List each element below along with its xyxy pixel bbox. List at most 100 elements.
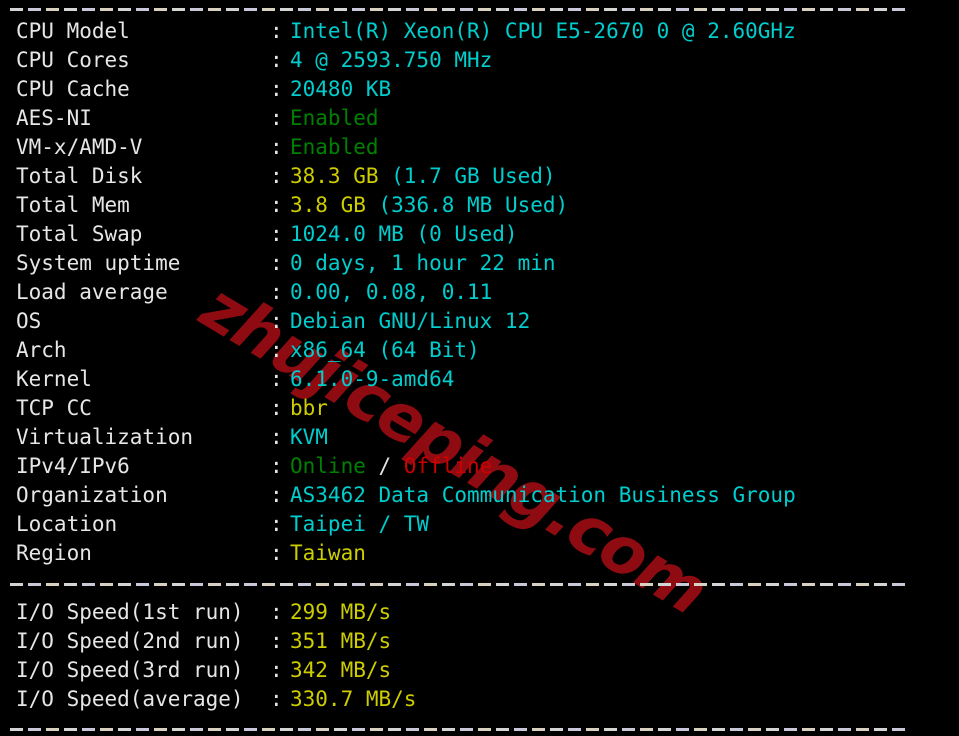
info-colon: : <box>270 685 283 714</box>
value-segment: Debian GNU/Linux 12 <box>290 309 530 333</box>
value-segment: Offline <box>404 454 493 478</box>
separator-dash <box>658 728 671 731</box>
separator-dash <box>352 583 365 586</box>
info-label-ipv4-ipv6: IPv4/IPv6 <box>16 452 130 481</box>
separator-dash <box>226 583 239 586</box>
info-label-cpu-cores: CPU Cores <box>16 46 130 75</box>
separator-dash <box>604 583 617 586</box>
separator-dash <box>874 728 887 731</box>
info-value-virtualization: KVM <box>290 423 328 452</box>
separator-dash <box>244 8 257 11</box>
separator-dash <box>568 8 581 11</box>
separator-dash <box>712 728 725 731</box>
separator-dash <box>784 583 797 586</box>
separator-dash <box>64 728 77 731</box>
info-value-kernel: 6.1.0-9-amd64 <box>290 365 454 394</box>
separator-dash <box>568 583 581 586</box>
info-colon: : <box>270 423 283 452</box>
info-row: Location:Taipei / TW <box>0 510 959 539</box>
separator-dash <box>874 583 887 586</box>
separator-dash <box>46 583 59 586</box>
separator-dash <box>550 8 563 11</box>
value-segment: / <box>366 454 404 478</box>
separator-dash <box>46 8 59 11</box>
separator-dash <box>658 8 671 11</box>
separator-dash <box>442 728 455 731</box>
separator-dash <box>424 728 437 731</box>
value-segment: Taiwan <box>290 541 366 565</box>
info-label-organization: Organization <box>16 481 168 510</box>
value-segment: 0.00, 0.08, 0.11 <box>290 280 492 304</box>
value-segment: 3.8 GB <box>290 193 379 217</box>
info-colon: : <box>270 365 283 394</box>
separator-dash <box>388 8 401 11</box>
info-label-os: OS <box>16 307 41 336</box>
info-row: CPU Cache:20480 KB <box>0 75 959 104</box>
info-row: VM-x/AMD-V:Enabled <box>0 133 959 162</box>
info-colon: : <box>270 220 283 249</box>
separator-dash <box>316 583 329 586</box>
separator-dash <box>82 8 95 11</box>
info-colon: : <box>270 75 283 104</box>
separator-dash <box>406 8 419 11</box>
separator-dash <box>730 8 743 11</box>
info-value-arch: x86_64 (64 Bit) <box>290 336 480 365</box>
separator-dash <box>622 8 635 11</box>
separator-dash <box>478 8 491 11</box>
separator-dash <box>28 728 41 731</box>
separator-dash <box>838 728 851 731</box>
value-segment: Online <box>290 454 366 478</box>
info-colon: : <box>270 17 283 46</box>
separator-dash <box>334 583 347 586</box>
info-colon: : <box>270 481 283 510</box>
separator-dash <box>334 728 347 731</box>
separator-dash <box>856 8 869 11</box>
info-value-load-average: 0.00, 0.08, 0.11 <box>290 278 492 307</box>
info-colon: : <box>270 656 283 685</box>
info-value-vm-x-amd-v: Enabled <box>290 133 379 162</box>
separator-dash <box>442 8 455 11</box>
info-label-cpu-model: CPU Model <box>16 17 130 46</box>
separator-dash <box>496 583 509 586</box>
separator-dash <box>280 8 293 11</box>
separator-dash <box>424 583 437 586</box>
separator-dash <box>172 583 185 586</box>
value-segment: (1.7 GB Used) <box>391 164 555 188</box>
info-row: Organization:AS3462 Data Communication B… <box>0 481 959 510</box>
info-row: Kernel:6.1.0-9-amd64 <box>0 365 959 394</box>
separator-dash <box>460 583 473 586</box>
separator-dash <box>856 728 869 731</box>
separator-dash <box>28 8 41 11</box>
separator-dash <box>478 728 491 731</box>
separator-dash <box>370 8 383 11</box>
separator-dash <box>100 728 113 731</box>
info-label-arch: Arch <box>16 336 67 365</box>
separator-dash <box>820 8 833 11</box>
info-row: Arch:x86_64 (64 Bit) <box>0 336 959 365</box>
separator-dash <box>46 728 59 731</box>
separator-dash <box>820 583 833 586</box>
value-segment: 0 days, 1 hour 22 min <box>290 251 556 275</box>
info-value-i-o-speed-1st-run: 299 MB/s <box>290 598 391 627</box>
separator-dash <box>10 583 23 586</box>
separator-dash <box>586 8 599 11</box>
separator-dash <box>766 583 779 586</box>
info-label-location: Location <box>16 510 117 539</box>
info-value-cpu-cores: 4 @ 2593.750 MHz <box>290 46 492 75</box>
info-colon: : <box>270 162 283 191</box>
separator-dash <box>118 583 131 586</box>
separator-dash <box>226 728 239 731</box>
info-colon: : <box>270 104 283 133</box>
value-segment: 38.3 GB <box>290 164 391 188</box>
separator-dash <box>496 8 509 11</box>
separator-dash <box>676 583 689 586</box>
separator-middle <box>10 583 914 586</box>
separator-dash <box>640 583 653 586</box>
separator-dash <box>280 728 293 731</box>
info-value-aes-ni: Enabled <box>290 104 379 133</box>
separator-dash <box>118 728 131 731</box>
info-label-tcp-cc: TCP CC <box>16 394 92 423</box>
info-colon: : <box>270 539 283 568</box>
separator-dash <box>298 583 311 586</box>
separator-dash <box>892 728 905 731</box>
